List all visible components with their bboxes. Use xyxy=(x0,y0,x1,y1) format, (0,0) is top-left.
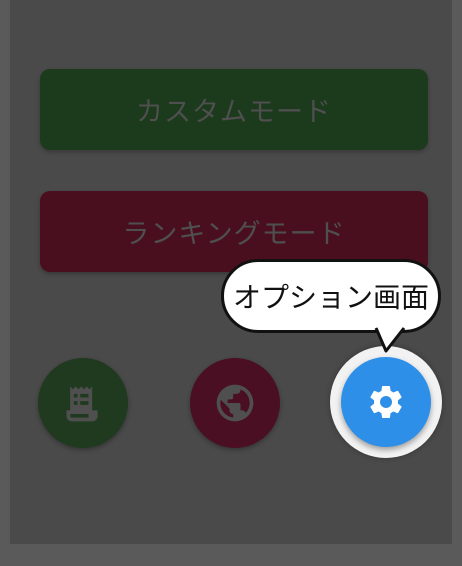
tooltip-pointer xyxy=(374,327,406,353)
history-button[interactable] xyxy=(38,358,128,448)
online-button[interactable] xyxy=(190,358,280,448)
ranking-mode-label: ランキングモード xyxy=(122,219,346,250)
custom-mode-label: カスタムモード xyxy=(136,97,332,128)
gear-icon xyxy=(370,386,402,418)
receipt-icon xyxy=(66,386,98,422)
globe-icon xyxy=(216,384,254,422)
custom-mode-button[interactable]: カスタムモード xyxy=(40,69,428,150)
tooltip-text: オプション画面 xyxy=(232,281,429,314)
options-tooltip: オプション画面 xyxy=(221,259,441,333)
options-button[interactable] xyxy=(341,357,431,447)
